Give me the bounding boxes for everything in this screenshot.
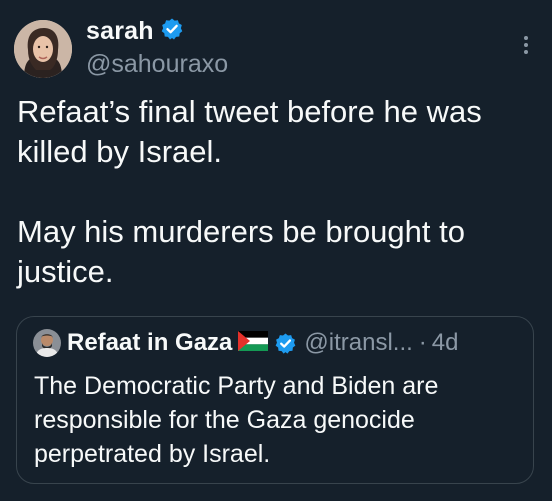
- quoted-tweet-card[interactable]: Refaat in Gaza @itransl... · 4d The Demo…: [16, 316, 534, 484]
- quoted-author-handle[interactable]: @itransl...: [304, 329, 412, 357]
- quoted-author-avatar[interactable]: [33, 329, 61, 357]
- tweet: sarah @sahouraxo Refaat’s final tweet be…: [0, 0, 552, 501]
- quoted-author-display-name[interactable]: Refaat in Gaza: [67, 329, 232, 357]
- author-display-name[interactable]: sarah: [86, 17, 154, 46]
- more-dot: [524, 50, 528, 54]
- more-options-icon[interactable]: [518, 32, 534, 58]
- author-handle[interactable]: @sahouraxo: [86, 50, 228, 79]
- author-avatar[interactable]: [14, 20, 72, 78]
- tweet-text: Refaat’s final tweet before he was kille…: [17, 92, 542, 292]
- author-info: sarah @sahouraxo: [86, 14, 228, 79]
- tweet-paragraph: May his murderers be brought to justice.: [17, 214, 465, 289]
- display-name-row: sarah: [86, 14, 228, 48]
- tweet-paragraph: Refaat’s final tweet before he was kille…: [17, 94, 482, 169]
- more-dot: [524, 43, 528, 47]
- verified-badge-icon: [274, 332, 297, 355]
- more-dot: [524, 36, 528, 40]
- separator-dot: ·: [418, 329, 427, 356]
- quoted-tweet-text: The Democratic Party and Biden are respo…: [34, 372, 439, 468]
- palestine-flag-icon: [238, 330, 269, 356]
- quoted-tweet-header: Refaat in Gaza @itransl... · 4d: [33, 329, 458, 357]
- verified-badge-icon: [160, 17, 184, 46]
- quoted-tweet-timestamp[interactable]: 4d: [432, 329, 459, 357]
